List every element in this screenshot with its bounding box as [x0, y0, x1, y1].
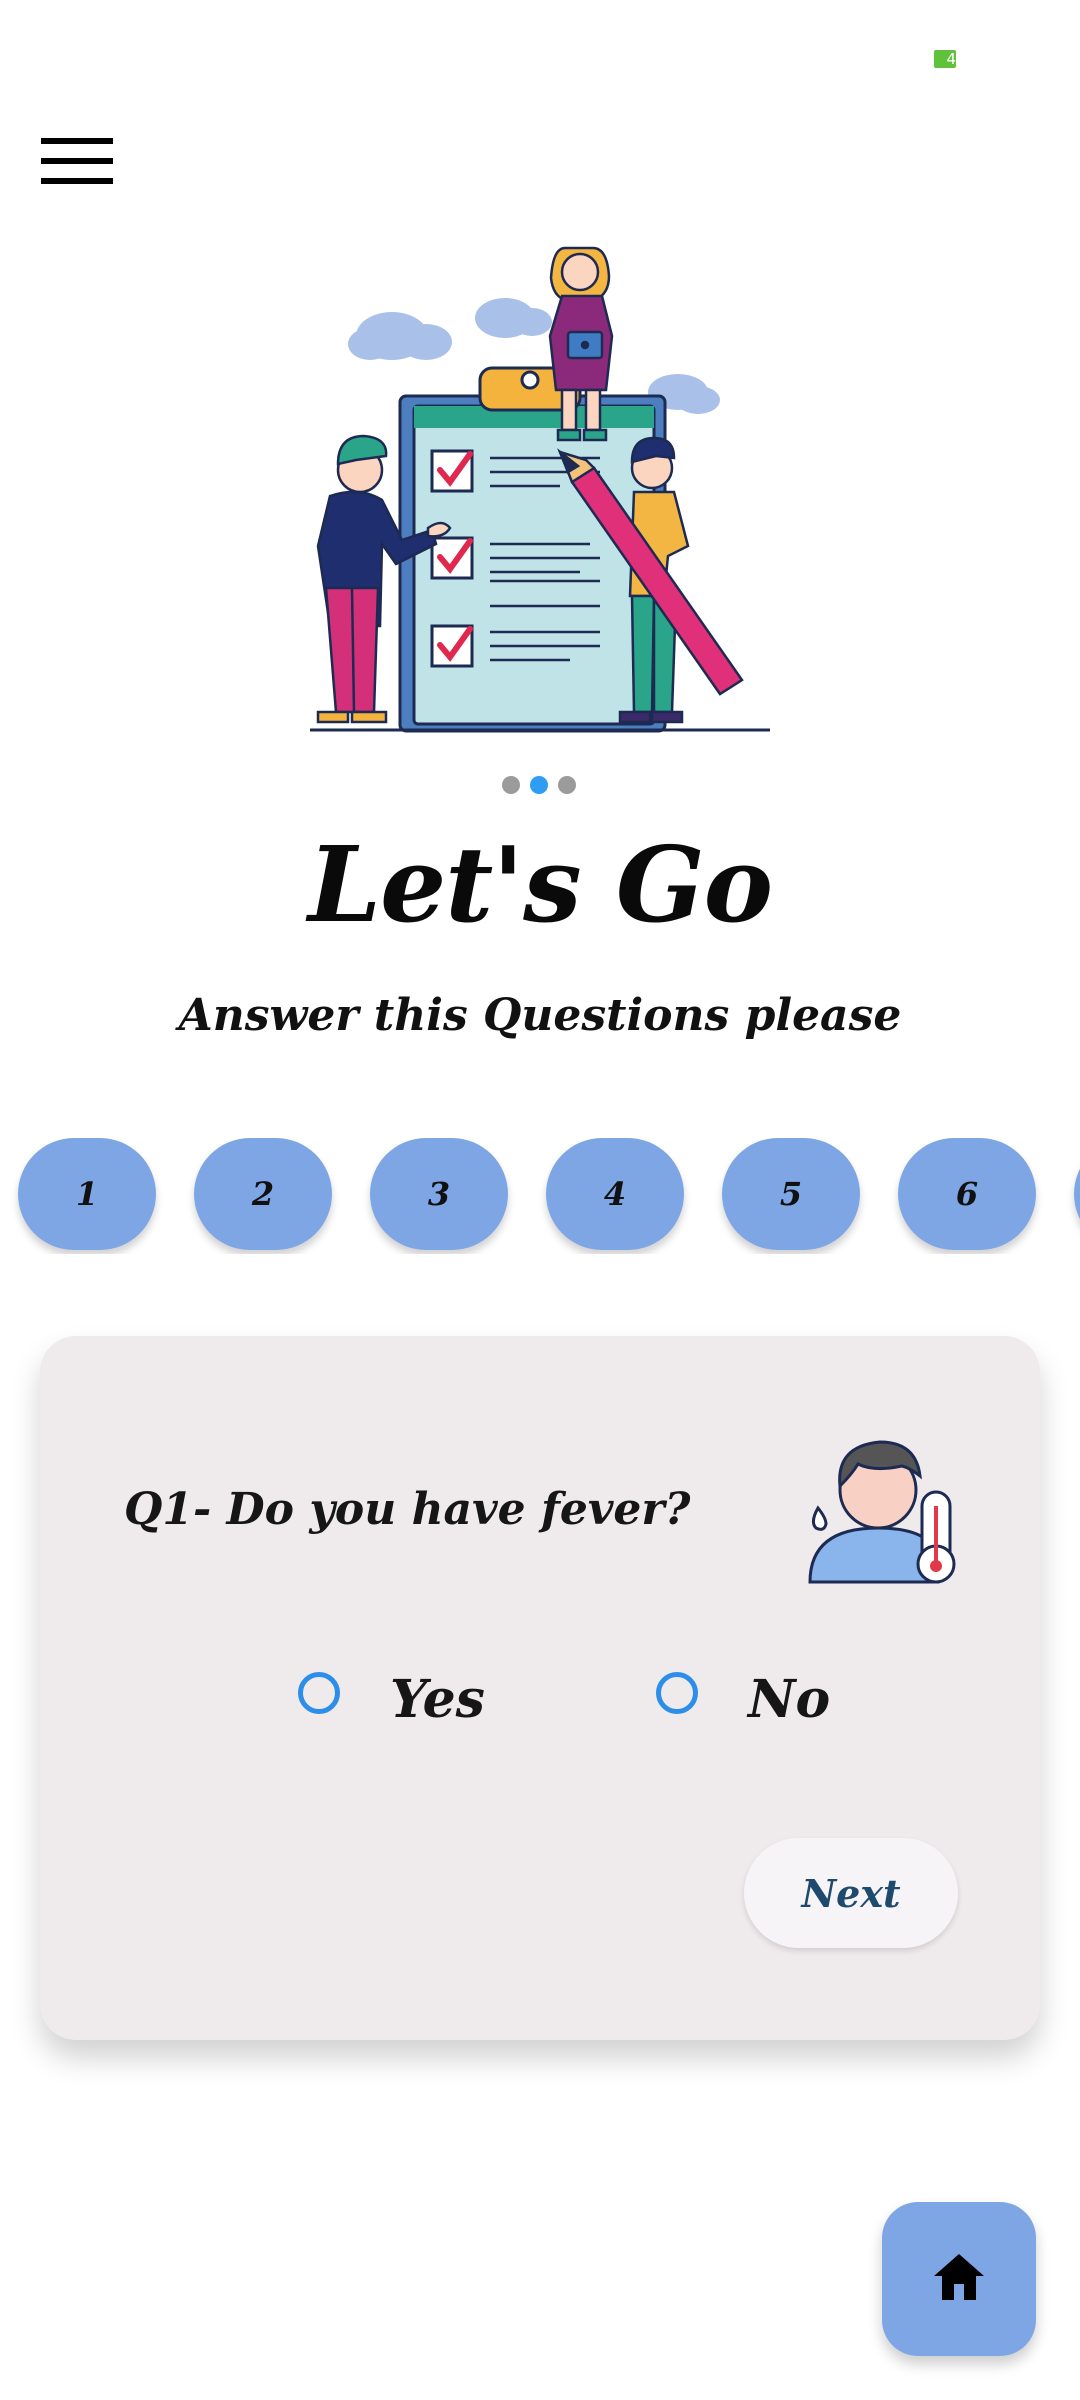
status-bar: 4 [0, 0, 1080, 110]
question-number-button-partial[interactable] [1074, 1138, 1080, 1250]
radio-no[interactable] [656, 1672, 698, 1714]
questionnaire-screen: 4 Let's Go Answer this Questions please … [0, 0, 1080, 2400]
questionnaire-checklist-illustration [310, 246, 770, 733]
question-text: Q1- Do you have fever? [124, 1484, 691, 1535]
option-no-label: No [748, 1669, 831, 1730]
home-icon [934, 2254, 984, 2300]
pager-dot-active [530, 776, 548, 794]
pager-dot [502, 776, 520, 794]
pager-dot [558, 776, 576, 794]
home-button[interactable] [882, 2202, 1036, 2356]
question-number-button[interactable]: 3 [370, 1138, 508, 1250]
hamburger-menu-icon[interactable] [38, 134, 116, 190]
fever-thermometer-icon [808, 1440, 956, 1584]
battery-level: 4 [946, 50, 956, 68]
battery-icon: 4 [934, 50, 956, 68]
question-number-strip[interactable]: 1 2 3 4 5 6 [0, 1138, 1080, 1254]
question-number-button[interactable]: 4 [546, 1138, 684, 1250]
question-number-button[interactable]: 1 [18, 1138, 156, 1250]
page-title: Let's Go [307, 823, 773, 946]
question-card: Q1- Do you have fever? Yes No Next [40, 1336, 1040, 2040]
question-number-button[interactable]: 5 [722, 1138, 860, 1250]
question-number-button[interactable]: 2 [194, 1138, 332, 1250]
radio-yes[interactable] [298, 1672, 340, 1714]
next-button[interactable]: Next [744, 1838, 958, 1948]
option-yes-label: Yes [390, 1669, 485, 1730]
page-subtitle: Answer this Questions please [178, 990, 902, 1041]
pager-indicator [502, 776, 582, 796]
question-number-button[interactable]: 6 [898, 1138, 1036, 1250]
